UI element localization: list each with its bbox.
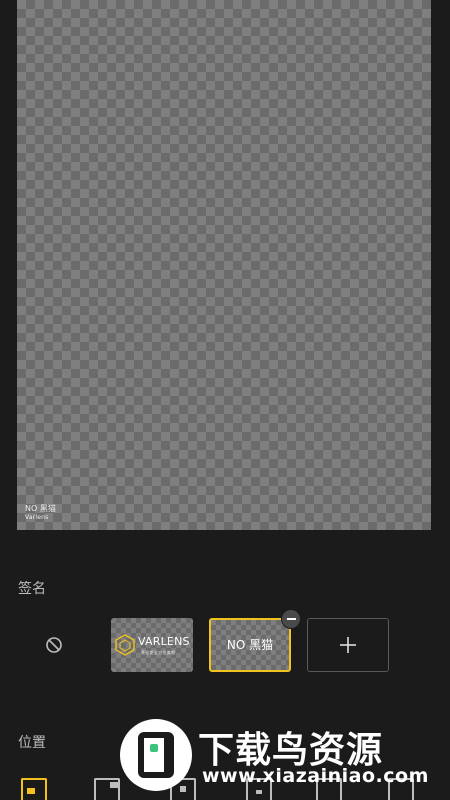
nohei-label: NO 黑猫 <box>226 638 274 652</box>
add-signature-button[interactable] <box>307 618 389 672</box>
no-sign-icon <box>46 637 62 653</box>
minus-icon <box>286 618 296 620</box>
position-section-label: 位置 <box>18 735 46 751</box>
plus-icon <box>340 637 356 653</box>
hexagon-logo-icon <box>115 634 135 656</box>
position-bottom-right-icon[interactable] <box>94 778 120 800</box>
watermark-url: www.xiazainiao.com <box>202 765 429 787</box>
remove-signature-button[interactable] <box>281 609 301 629</box>
canvas-signature[interactable]: NO 黑猫 Varlens <box>25 504 56 522</box>
signature-option-varlens[interactable]: VARLENS 莱伦斯全方位美颜 <box>111 618 193 672</box>
varlens-brand-sub: 莱伦斯全方位美颜 <box>141 650 176 655</box>
no-signature-button[interactable] <box>40 631 68 659</box>
site-watermark: 下载鸟资源 www.xiazainiao.com <box>120 715 428 795</box>
canvas-signature-text: NO 黑猫 <box>25 504 56 513</box>
signature-section-label: 签名 <box>18 581 46 597</box>
position-bottom-left-icon[interactable] <box>21 778 47 800</box>
varlens-brand: VARLENS <box>138 635 190 648</box>
image-canvas: NO 黑猫 Varlens <box>17 0 431 530</box>
bird-logo-icon <box>120 719 192 791</box>
signature-options-row: VARLENS 莱伦斯全方位美颜 NO 黑猫 <box>0 609 450 675</box>
canvas-signature-sub: Varlens <box>25 514 49 521</box>
signature-option-nohei[interactable]: NO 黑猫 <box>209 618 291 672</box>
